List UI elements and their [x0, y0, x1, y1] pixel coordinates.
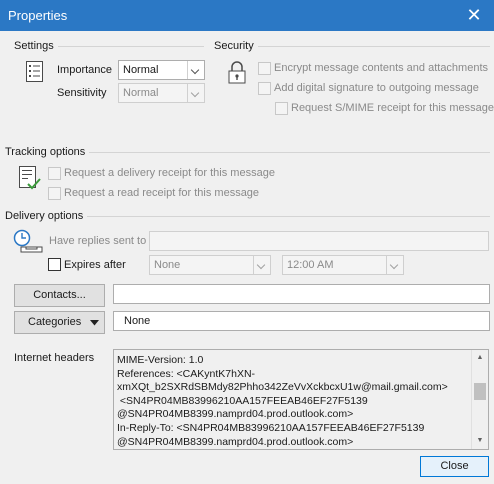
divider — [87, 215, 490, 217]
read-receipt-label: Request a read receipt for this message — [64, 187, 260, 199]
expires-time-select[interactable]: 12:00 AM — [282, 255, 404, 275]
caret-down-icon — [90, 320, 99, 326]
categories-input[interactable]: None — [113, 311, 490, 331]
expires-checkbox[interactable] — [48, 258, 61, 271]
document-settings-icon — [25, 60, 45, 84]
title-bar: Properties ✕ — [0, 0, 494, 31]
window-title: Properties — [8, 8, 68, 23]
divider — [257, 45, 490, 47]
divider — [89, 151, 490, 153]
signature-checkbox[interactable] — [258, 82, 271, 95]
internet-headers-text: MIME-Version: 1.0 References: <CAKyntK7h… — [117, 354, 448, 448]
delivery-receipt-label: Request a delivery receipt for this mess… — [64, 167, 275, 179]
categories-button[interactable]: Categories — [14, 311, 105, 334]
delivery-receipt-checkbox[interactable] — [48, 167, 61, 180]
scroll-down-icon[interactable]: ▼ — [472, 433, 488, 449]
chevron-down-icon — [187, 84, 204, 102]
chevron-down-icon — [386, 256, 403, 274]
encrypt-label: Encrypt message contents and attachments — [274, 62, 489, 74]
expires-time-value: 12:00 AM — [287, 259, 334, 271]
contacts-button[interactable]: Contacts... — [14, 284, 105, 307]
signature-label: Add digital signature to outgoing messag… — [274, 82, 479, 94]
expires-label: Expires after — [64, 259, 126, 271]
expires-date-select[interactable]: None — [149, 255, 271, 275]
importance-select[interactable]: Normal — [118, 60, 205, 80]
lock-icon — [226, 60, 248, 86]
chevron-down-icon — [187, 61, 204, 79]
scroll-up-icon[interactable]: ▲ — [472, 350, 488, 366]
security-heading: Security — [214, 40, 254, 52]
read-receipt-checkbox[interactable] — [48, 187, 61, 200]
vertical-scrollbar[interactable]: ▲ ▼ — [471, 350, 488, 449]
expires-date-value: None — [154, 259, 181, 271]
delivery-group-header: Delivery options — [5, 210, 490, 222]
internet-headers-label: Internet headers — [14, 352, 95, 364]
importance-label: Importance — [57, 64, 113, 76]
clock-tray-icon — [12, 229, 44, 253]
categories-value: None — [124, 315, 151, 327]
smime-checkbox[interactable] — [275, 102, 288, 115]
scroll-thumb[interactable] — [474, 383, 486, 400]
internet-headers-textbox[interactable]: MIME-Version: 1.0 References: <CAKyntK7h… — [113, 349, 489, 450]
tracking-heading: Tracking options — [5, 146, 86, 158]
settings-heading: Settings — [14, 40, 54, 52]
replies-label: Have replies sent to — [49, 235, 147, 247]
close-button[interactable]: Close — [420, 456, 489, 477]
sensitivity-label: Sensitivity — [57, 87, 107, 99]
encrypt-checkbox[interactable] — [258, 62, 271, 75]
chevron-down-icon — [253, 256, 270, 274]
tracking-group-header: Tracking options — [5, 146, 490, 158]
divider — [57, 45, 204, 47]
sensitivity-value: Normal — [123, 87, 159, 99]
sensitivity-select[interactable]: Normal — [118, 83, 205, 103]
smime-label: Request S/MIME receipt for this message — [291, 102, 494, 114]
settings-group-header: Settings — [14, 40, 204, 52]
delivery-heading: Delivery options — [5, 210, 84, 222]
close-icon[interactable]: ✕ — [454, 0, 494, 31]
importance-value: Normal — [123, 64, 159, 76]
security-group-header: Security — [214, 40, 490, 52]
categories-button-label: Categories — [28, 316, 82, 328]
replies-input[interactable] — [149, 231, 489, 251]
contacts-input[interactable] — [113, 284, 490, 304]
checklist-icon — [18, 165, 42, 191]
